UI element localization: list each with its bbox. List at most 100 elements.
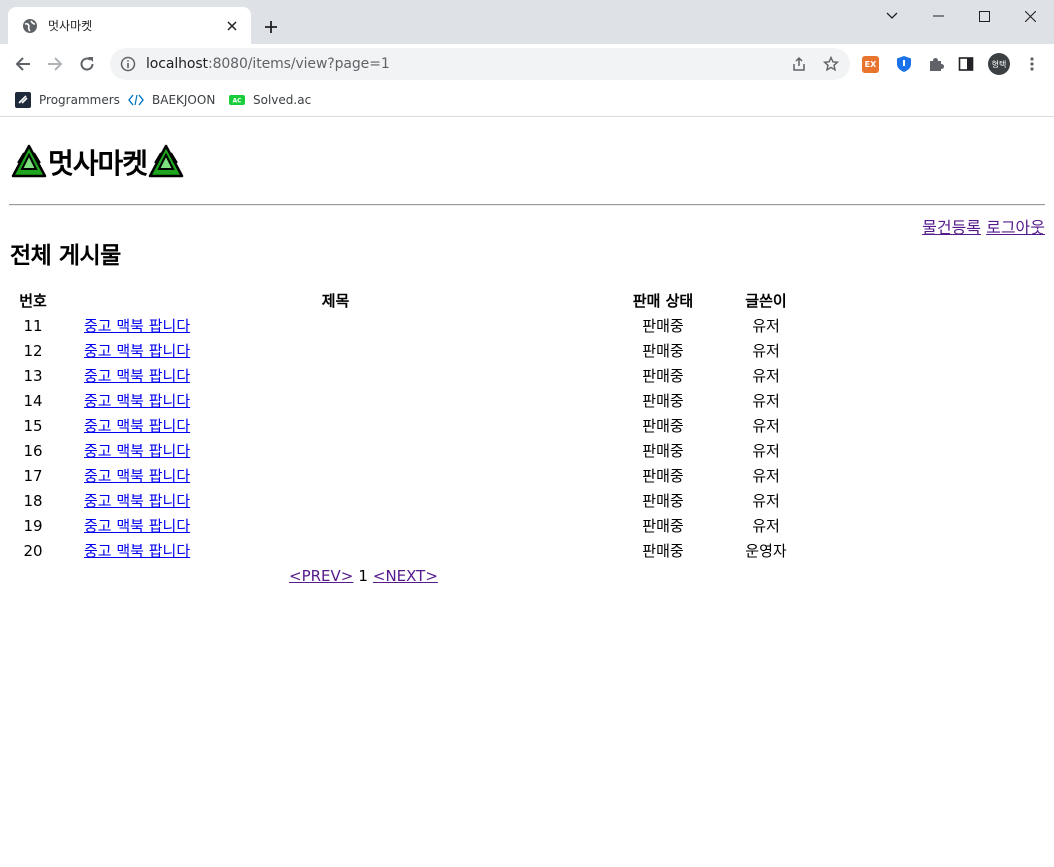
recycle-icon (10, 143, 48, 181)
item-title-cell: 중고 맥북 팝니다 (58, 338, 613, 363)
browser-tab[interactable]: 멋사마켓 (8, 7, 251, 44)
item-status: 판매중 (642, 517, 684, 535)
item-status: 판매중 (642, 317, 684, 335)
table-row: 18 중고 맥북 팝니다 판매중 유저 (8, 488, 819, 513)
logout-link[interactable]: 로그아웃 (986, 218, 1045, 237)
minimize-button[interactable] (915, 0, 961, 32)
ex-extension-icon[interactable]: EX (862, 56, 879, 73)
item-title-cell: 중고 맥북 팝니다 (58, 538, 613, 563)
item-author: 유저 (752, 392, 780, 410)
item-title-link[interactable]: 중고 맥북 팝니다 (84, 392, 190, 410)
table-row: 16 중고 맥북 팝니다 판매중 유저 (8, 438, 819, 463)
tab-search-button[interactable] (869, 0, 915, 32)
item-number: 14 (23, 391, 43, 410)
item-title-cell: 중고 맥북 팝니다 (58, 488, 613, 513)
reload-button[interactable] (73, 50, 101, 78)
maximize-button[interactable] (961, 0, 1007, 32)
baekjoon-icon (128, 92, 144, 108)
close-tab-icon[interactable] (223, 17, 241, 35)
column-header-number: 번호 (19, 292, 47, 310)
bookmark-programmers[interactable]: Programmers (15, 91, 120, 109)
bookmark-label: BAEKJOON (152, 93, 216, 107)
svg-text:AC: AC (232, 98, 242, 105)
item-status: 판매중 (642, 392, 684, 410)
item-author: 운영자 (745, 542, 787, 560)
tab-title: 멋사마켓 (48, 19, 93, 33)
item-author: 유저 (752, 467, 780, 485)
globe-icon (22, 18, 38, 34)
site-info-icon[interactable] (120, 56, 136, 72)
site-name: 멋사마켓 (48, 147, 148, 180)
profile-avatar[interactable]: 형택 (988, 53, 1010, 75)
item-status: 판매중 (642, 442, 684, 460)
bookmark-star-icon[interactable] (819, 52, 843, 76)
item-number: 18 (23, 491, 43, 510)
table-row: 20 중고 맥북 팝니다 판매중 운영자 (8, 538, 819, 563)
column-header-title: 제목 (321, 292, 350, 310)
prev-page-link[interactable]: <PREV> (289, 567, 353, 585)
new-tab-button[interactable] (259, 15, 283, 39)
more-menu-icon[interactable] (1022, 54, 1042, 74)
item-author: 유저 (752, 317, 780, 335)
side-panel-icon[interactable] (956, 54, 976, 74)
item-status: 판매중 (642, 492, 684, 510)
item-number: 13 (23, 366, 43, 385)
item-number: 12 (23, 341, 43, 360)
divider (9, 204, 1045, 206)
item-title-cell: 중고 맥북 팝니다 (58, 363, 613, 388)
bookmark-label: Solved.ac (253, 93, 312, 107)
item-title-link[interactable]: 중고 맥북 팝니다 (84, 542, 190, 560)
table-header-row: 번호 제목 판매 상태 글쓴이 (8, 288, 819, 313)
item-title-link[interactable]: 중고 맥북 팝니다 (84, 517, 190, 535)
site-title: 멋사마켓 (10, 142, 185, 182)
forward-button[interactable] (41, 50, 69, 78)
close-window-button[interactable] (1007, 0, 1053, 32)
url-text: localhost:8080/items/view?page=1 (146, 56, 390, 72)
item-status: 판매중 (642, 342, 684, 360)
bookmark-solvedac[interactable]: AC Solved.ac (229, 91, 311, 109)
bookmark-baekjoon[interactable]: BAEKJOON (128, 91, 215, 109)
item-title-cell: 중고 맥북 팝니다 (58, 313, 613, 338)
table-row: 12 중고 맥북 팝니다 판매중 유저 (8, 338, 819, 363)
table-row: 19 중고 맥북 팝니다 판매중 유저 (8, 513, 819, 538)
back-button[interactable] (9, 50, 37, 78)
item-author: 유저 (752, 492, 780, 510)
next-page-link[interactable]: <NEXT> (373, 567, 438, 585)
item-author: 유저 (752, 442, 780, 460)
item-status: 판매중 (642, 467, 684, 485)
item-number: 19 (23, 516, 43, 535)
item-title-link[interactable]: 중고 맥북 팝니다 (84, 317, 190, 335)
item-title-link[interactable]: 중고 맥북 팝니다 (84, 367, 190, 385)
item-author: 유저 (752, 367, 780, 385)
column-header-author: 글쓴이 (745, 292, 787, 310)
item-title-link[interactable]: 중고 맥북 팝니다 (84, 342, 190, 360)
table-row: 13 중고 맥북 팝니다 판매중 유저 (8, 363, 819, 388)
item-title-cell: 중고 맥북 팝니다 (58, 388, 613, 413)
table-row: 15 중고 맥북 팝니다 판매중 유저 (8, 413, 819, 438)
bookmark-label: Programmers (39, 93, 120, 107)
item-author: 유저 (752, 517, 780, 535)
browser-toolbar: localhost:8080/items/view?page=1 EX 형택 (0, 44, 1054, 84)
item-author: 유저 (752, 342, 780, 360)
item-number: 11 (23, 316, 43, 335)
pagination: <PREV> 1 <NEXT> (289, 567, 438, 585)
item-title-link[interactable]: 중고 맥북 팝니다 (84, 467, 190, 485)
item-title-link[interactable]: 중고 맥북 팝니다 (84, 417, 190, 435)
shield-extension-icon[interactable] (894, 54, 914, 74)
item-title-cell: 중고 맥북 팝니다 (58, 413, 613, 438)
item-number: 20 (23, 541, 43, 560)
item-title-link[interactable]: 중고 맥북 팝니다 (84, 442, 190, 460)
register-item-link[interactable]: 물건등록 (922, 218, 981, 237)
item-author: 유저 (752, 417, 780, 435)
bookmarks-bar: Programmers BAEKJOON AC Solved.ac (0, 84, 1054, 117)
solvedac-icon: AC (229, 92, 245, 108)
item-title-cell: 중고 맥북 팝니다 (58, 513, 613, 538)
share-icon[interactable] (787, 52, 811, 76)
item-number: 16 (23, 441, 43, 460)
section-title: 전체 게시물 (10, 243, 121, 269)
item-status: 판매중 (642, 417, 684, 435)
extensions-puzzle-icon[interactable] (926, 54, 946, 74)
current-page-number: 1 (358, 567, 368, 585)
item-title-link[interactable]: 중고 맥북 팝니다 (84, 492, 190, 510)
address-bar[interactable]: localhost:8080/items/view?page=1 (110, 48, 850, 80)
